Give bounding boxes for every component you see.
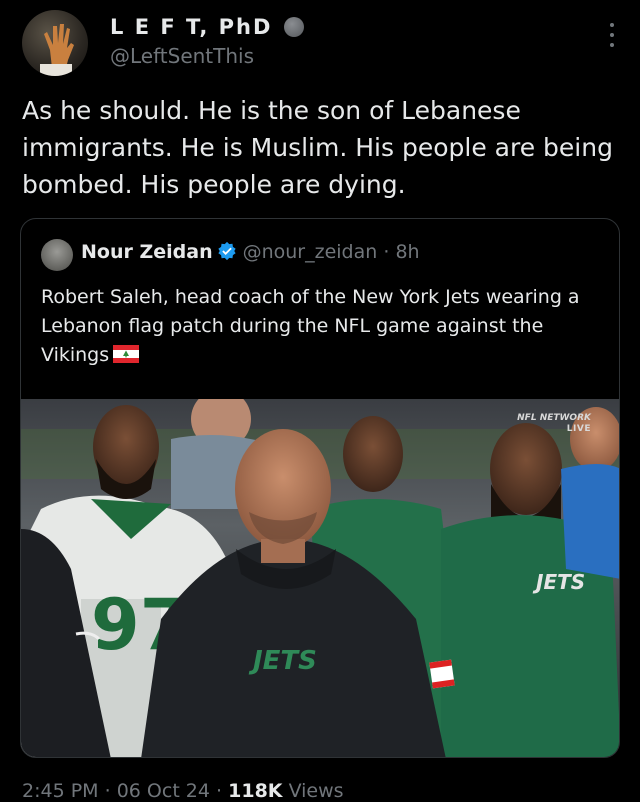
author-display-name[interactable]: L E F T, PhD bbox=[110, 15, 304, 39]
quoted-tweet-card[interactable]: Nour Zeidan @nour_zeidan · 8h Robert Sale… bbox=[20, 218, 620, 758]
tweet-footer-meta: 2:45 PM · 06 Oct 24 · 118K Views bbox=[22, 780, 344, 802]
views-label: Views bbox=[288, 780, 344, 802]
more-options-icon[interactable] bbox=[602, 20, 622, 50]
views-count: 118K bbox=[228, 780, 283, 802]
header-separator: · bbox=[383, 241, 390, 263]
quoted-time-ago[interactable]: 8h bbox=[395, 241, 419, 263]
network-watermark: NFL NETWORK LIVE bbox=[517, 413, 591, 434]
tweet-date[interactable]: 06 Oct 24 bbox=[117, 780, 210, 802]
quoted-author-name[interactable]: Nour Zeidan bbox=[81, 241, 213, 263]
tweet-time[interactable]: 2:45 PM bbox=[22, 780, 99, 802]
quoted-tweet-text: Robert Saleh, head coach of the New York… bbox=[41, 286, 580, 366]
hoodie-logo-text: JETS bbox=[248, 646, 317, 676]
lebanon-flag-patch bbox=[429, 659, 455, 689]
tweet-text: As he should. He is the son of Lebanese … bbox=[22, 96, 613, 199]
quoted-tweet-header: Nour Zeidan @nour_zeidan · 8h bbox=[81, 241, 420, 263]
lebanon-flag-emoji-icon bbox=[113, 345, 140, 363]
author-handle[interactable]: @LeftSentThis bbox=[110, 44, 254, 68]
verified-badge-icon bbox=[217, 241, 236, 261]
quoted-tweet-photo[interactable]: 97 JETS JETS NFL NETWORK LIVE bbox=[21, 389, 619, 757]
affiliation-badge-icon bbox=[283, 17, 304, 37]
raised-fist-avatar-image bbox=[40, 24, 74, 76]
jets-sideline-photo: 97 JETS JETS bbox=[21, 389, 619, 757]
quoted-author-avatar[interactable] bbox=[41, 239, 73, 271]
quoted-author-handle[interactable]: @nour_zeidan bbox=[243, 241, 378, 263]
jacket-logo-text: JETS bbox=[532, 570, 585, 594]
author-avatar[interactable] bbox=[22, 10, 88, 76]
